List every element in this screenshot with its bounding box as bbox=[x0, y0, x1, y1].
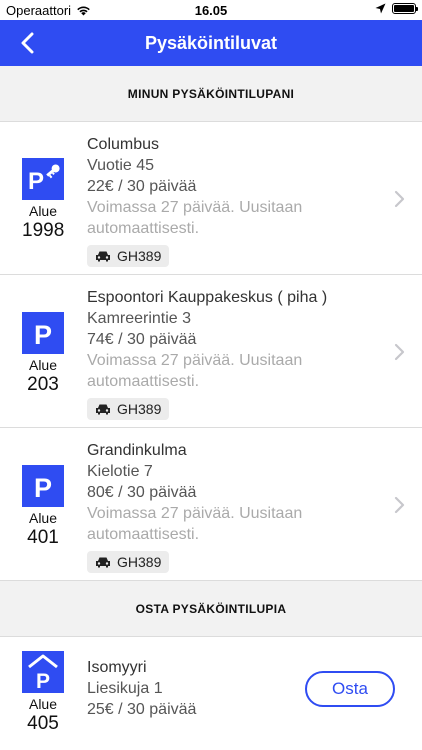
permit-validity-cont: automaattisesti. bbox=[87, 220, 200, 237]
zone-number: 405 bbox=[27, 713, 59, 734]
status-left: Operaattori bbox=[6, 3, 91, 18]
parking-icon: P bbox=[22, 312, 64, 354]
permit-info: Columbus Vuotie 45 22€ / 30 päivää Voima… bbox=[87, 134, 382, 267]
svg-text:P: P bbox=[34, 473, 52, 503]
permit-validity-cont: automaattisesti. bbox=[87, 526, 200, 543]
zone-badge: P Alue 401 bbox=[22, 465, 64, 549]
chevron-right-icon bbox=[394, 343, 405, 361]
page-title: Pysäköintiluvat bbox=[144, 33, 278, 53]
zone-label: Alue bbox=[28, 510, 58, 526]
license-plate: GH389 bbox=[117, 248, 162, 264]
svg-text:P: P bbox=[28, 168, 44, 195]
nav-bar: Pysäköintiluvat bbox=[0, 20, 422, 66]
permit-price: 80€ / 30 päivää bbox=[87, 484, 197, 501]
zone-number: 401 bbox=[27, 527, 59, 548]
car-icon bbox=[96, 251, 110, 262]
location-arrow-icon bbox=[375, 3, 386, 14]
car-icon bbox=[96, 404, 110, 415]
buy-button[interactable]: Osta bbox=[305, 671, 395, 707]
license-plate-badge: GH389 bbox=[87, 551, 170, 573]
license-plate-badge: GH389 bbox=[87, 398, 170, 420]
permit-name: Columbus bbox=[87, 136, 160, 153]
section-header-buy-permits: OSTA PYSÄKÖINTILUPIA bbox=[0, 581, 422, 637]
permit-validity: Voimassa 27 päivää. Uusitaan bbox=[87, 505, 303, 522]
buy-row-isomyyri: P Alue 405 Isomyyri Liesikuja 1 25€ / 30… bbox=[0, 637, 422, 750]
permit-price: 74€ / 30 päivää bbox=[87, 331, 197, 348]
license-plate: GH389 bbox=[117, 554, 162, 570]
license-plate: GH389 bbox=[117, 401, 162, 417]
permit-validity-cont: automaattisesti. bbox=[87, 373, 200, 390]
permit-info: Isomyyri Liesikuja 1 25€ / 30 päivää bbox=[87, 657, 292, 720]
permit-address: Liesikuja 1 bbox=[87, 680, 163, 697]
permit-validity: Voimassa 27 päivää. Uusitaan bbox=[87, 352, 303, 369]
zone-label: Alue bbox=[28, 696, 58, 712]
svg-text:P: P bbox=[34, 320, 52, 350]
zone-label: Alue bbox=[28, 357, 58, 373]
permit-price: 25€ / 30 päivää bbox=[87, 701, 197, 718]
zone-badge: P Alue 203 bbox=[22, 312, 64, 396]
status-bar: Operaattori 16.05 bbox=[0, 0, 422, 20]
permit-address: Kamreerintie 3 bbox=[87, 310, 192, 327]
permit-name: Espoontori Kauppakeskus ( piha ) bbox=[87, 289, 328, 306]
status-right bbox=[375, 3, 418, 14]
permit-row-espoontori[interactable]: P Alue 203 Espoontori Kauppakeskus ( pih… bbox=[0, 275, 422, 428]
wifi-icon bbox=[77, 6, 90, 16]
parking-garage-icon: P bbox=[22, 651, 64, 693]
zone-badge: P Alue 1998 bbox=[22, 158, 64, 242]
permit-row-columbus[interactable]: P Alue 1998 Columbus Vuotie 45 22€ / 30 … bbox=[0, 122, 422, 275]
car-icon bbox=[96, 557, 110, 568]
zone-label: Alue bbox=[28, 203, 58, 219]
battery-icon bbox=[392, 3, 418, 14]
permit-price: 22€ / 30 päivää bbox=[87, 178, 197, 195]
zone-number: 203 bbox=[27, 374, 59, 395]
permit-address: Vuotie 45 bbox=[87, 157, 155, 174]
permit-info: Grandinkulma Kielotie 7 80€ / 30 päivää … bbox=[87, 440, 382, 573]
chevron-right-icon bbox=[394, 190, 405, 208]
parking-icon: P bbox=[22, 465, 64, 507]
permit-name: Grandinkulma bbox=[87, 442, 187, 459]
permit-name: Isomyyri bbox=[87, 659, 147, 676]
parking-key-icon: P bbox=[22, 158, 64, 200]
permit-address: Kielotie 7 bbox=[87, 463, 153, 480]
svg-text:P: P bbox=[36, 670, 50, 693]
chevron-right-icon bbox=[394, 496, 405, 514]
permit-row-grandinkulma[interactable]: P Alue 401 Grandinkulma Kielotie 7 80€ /… bbox=[0, 428, 422, 581]
zone-number: 1998 bbox=[22, 220, 65, 241]
license-plate-badge: GH389 bbox=[87, 245, 170, 267]
section-header-my-permits: MINUN PYSÄKÖINTILUPANI bbox=[0, 66, 422, 122]
permit-info: Espoontori Kauppakeskus ( piha ) Kamreer… bbox=[87, 287, 382, 420]
carrier-label: Operaattori bbox=[6, 3, 72, 18]
permit-validity: Voimassa 27 päivää. Uusitaan bbox=[87, 199, 303, 216]
zone-badge: P Alue 405 bbox=[22, 651, 64, 735]
